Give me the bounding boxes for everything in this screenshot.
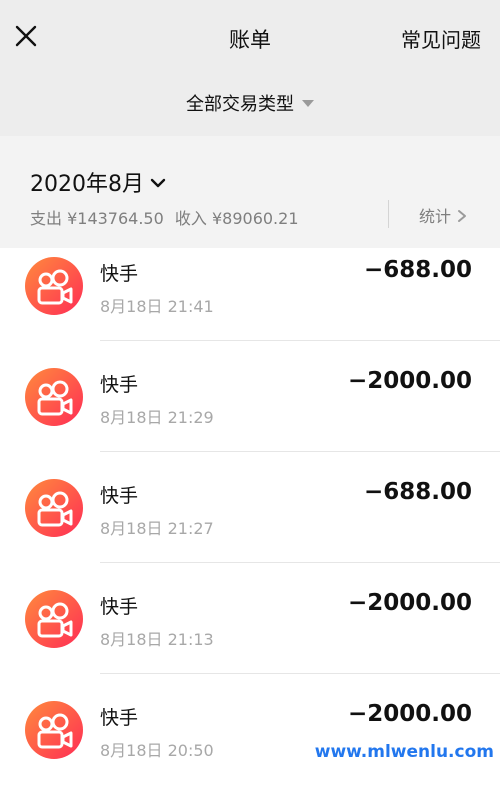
transaction-time: 8月18日 21:13 xyxy=(100,630,214,649)
transaction-amount: −2000.00 xyxy=(347,701,472,727)
transaction-amount: −688.00 xyxy=(363,257,472,283)
navigation-bar: 账单 常见问题 xyxy=(0,0,500,70)
statistics-button[interactable]: 统计 xyxy=(419,203,467,227)
transaction-row[interactable]: 快手 8月18日 21:27 −688.00 xyxy=(0,470,500,581)
merchant-name: 快手 xyxy=(100,707,139,729)
transaction-time: 8月18日 21:27 xyxy=(100,519,214,538)
row-divider xyxy=(100,673,500,674)
month-summary: 支出 ¥143764.50 收入 ¥89060.21 xyxy=(30,205,305,229)
chevron-right-icon xyxy=(458,210,467,222)
kuaishou-app-icon xyxy=(25,479,83,537)
merchant-name: 快手 xyxy=(100,374,139,396)
transaction-row[interactable]: 快手 8月18日 21:41 −688.00 xyxy=(0,248,500,359)
transaction-time: 8月18日 20:50 xyxy=(100,741,214,760)
caret-down-icon xyxy=(302,100,314,107)
filter-bar: 全部交易类型 xyxy=(0,70,500,136)
row-divider xyxy=(100,451,500,452)
transaction-row[interactable]: 快手 8月18日 21:13 −2000.00 xyxy=(0,581,500,692)
expense-total: 支出 ¥143764.50 xyxy=(30,209,164,228)
transaction-time: 8月18日 21:29 xyxy=(100,408,214,427)
merchant-name: 快手 xyxy=(100,263,139,285)
transaction-amount: −2000.00 xyxy=(347,368,472,394)
row-divider xyxy=(100,340,500,341)
merchant-name: 快手 xyxy=(100,485,139,507)
row-divider xyxy=(100,562,500,563)
chevron-down-icon xyxy=(150,178,166,188)
merchant-name: 快手 xyxy=(100,596,139,618)
kuaishou-app-icon xyxy=(25,701,83,759)
statistics-label: 统计 xyxy=(419,207,452,226)
month-selector[interactable]: 2020年8月 xyxy=(30,166,166,198)
transaction-type-filter[interactable]: 全部交易类型 xyxy=(0,90,500,116)
watermark: www.mlwenlu.com xyxy=(314,742,494,762)
kuaishou-app-icon xyxy=(25,590,83,648)
transaction-time: 8月18日 21:41 xyxy=(100,297,214,316)
month-label: 2020年8月 xyxy=(30,172,144,197)
month-summary-bar: 2020年8月 支出 ¥143764.50 收入 ¥89060.21 统计 xyxy=(0,136,500,248)
divider xyxy=(388,200,389,228)
kuaishou-app-icon xyxy=(25,368,83,426)
kuaishou-app-icon xyxy=(25,257,83,315)
transaction-row[interactable]: 快手 8月18日 21:29 −2000.00 xyxy=(0,359,500,470)
income-total: 收入 ¥89060.21 xyxy=(174,209,299,228)
filter-label: 全部交易类型 xyxy=(186,94,294,115)
transaction-amount: −2000.00 xyxy=(347,590,472,616)
transaction-amount: −688.00 xyxy=(363,479,472,505)
faq-button[interactable]: 常见问题 xyxy=(401,24,481,53)
